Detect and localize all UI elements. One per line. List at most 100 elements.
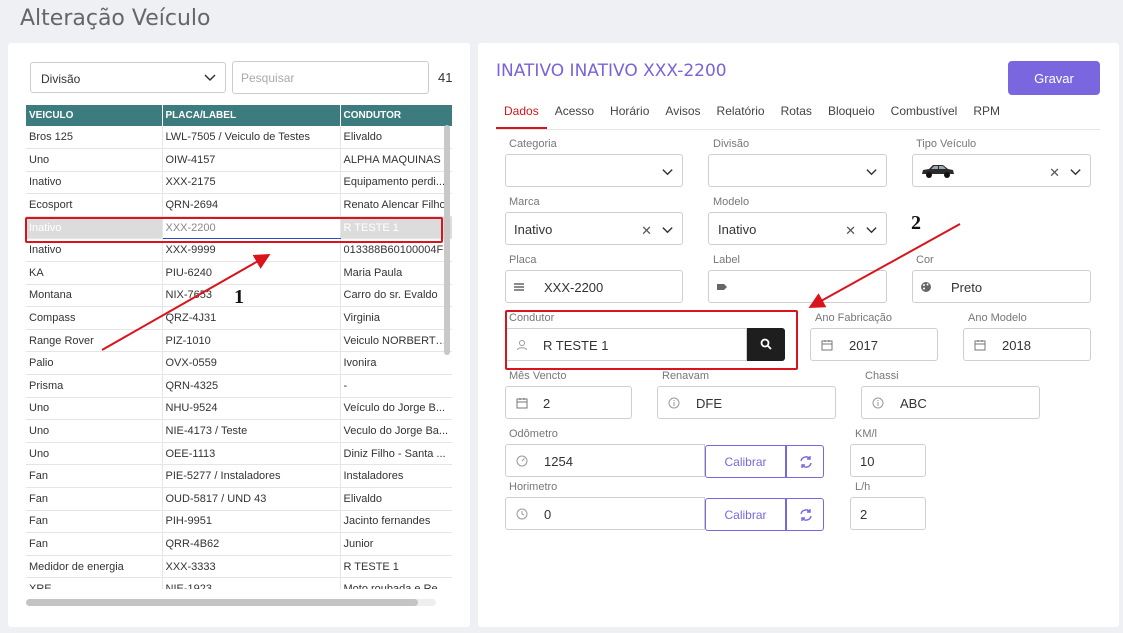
tab-acesso[interactable]: Acesso — [547, 99, 602, 129]
table-row[interactable]: Fan OUD-5817 / UND 43 Elivaldo — [26, 487, 452, 511]
refresh-horimetro-button[interactable] — [786, 498, 824, 531]
tab-relatorio[interactable]: Relatório — [709, 99, 773, 129]
table-row[interactable]: Fan PIE-5277 / Instaladores Instaladores — [26, 464, 452, 488]
placa-value: XXX-2200 — [544, 280, 604, 295]
l-h-input[interactable]: 2 — [850, 497, 926, 530]
table-row[interactable]: Uno OIW-4157 ALPHA MAQUINAS — [26, 148, 452, 172]
save-button[interactable]: Gravar — [1008, 61, 1100, 95]
gauge-icon — [516, 455, 528, 467]
table-row[interactable]: XRENIE-1923Moto roubada e Re... — [26, 577, 452, 589]
clear-icon[interactable]: ✕ — [1049, 165, 1060, 181]
divisao-select[interactable] — [708, 154, 887, 187]
table-row[interactable]: Prisma QRN-4325- — [26, 374, 452, 398]
vehicle-title: INATIVO INATIVO XXX-2200 — [496, 61, 727, 81]
calibrar-horimetro-button[interactable]: Calibrar — [705, 498, 786, 531]
mes-vencto-input[interactable]: 2 — [505, 386, 632, 419]
clear-icon[interactable]: ✕ — [641, 223, 652, 239]
table-cell-placa-label: QRZ-4J31 — [162, 306, 341, 330]
table-cell-veiculo: Bros 125 — [26, 126, 163, 150]
odometro-input[interactable]: 1254 — [505, 444, 705, 477]
table-cell-placa-label: NIX-7653 — [162, 284, 341, 308]
tipo-veiculo-select[interactable]: ✕ — [912, 154, 1091, 187]
renavam-input[interactable]: DFE — [657, 386, 836, 419]
cor-input[interactable]: Preto — [912, 270, 1091, 303]
vertical-scrollbar[interactable] — [444, 125, 450, 355]
table-cell-placa-label: LWL-7505 / Veiculo de Testes — [162, 126, 341, 150]
ano-fabricacao-input[interactable]: 2017 — [810, 328, 938, 361]
info-icon — [872, 397, 884, 409]
ano-fabricacao-label: Ano Fabricação — [815, 312, 893, 324]
table-cell-placa-label: QRN-4325 — [162, 374, 341, 398]
table-cell-veiculo: Palio — [26, 351, 163, 376]
marca-value: Inativo — [514, 222, 553, 237]
column-header-condutor[interactable]: CONDUTOR — [340, 105, 452, 126]
tab-dados[interactable]: Dados — [496, 99, 547, 129]
tab-horario[interactable]: Horário — [602, 99, 657, 129]
km-l-input[interactable]: 10 — [850, 444, 926, 477]
table-cell-condutor: Elivaldo — [340, 126, 452, 150]
table-cell-condutor: Veiculo NORBERTO... — [340, 329, 452, 353]
clear-icon[interactable]: ✕ — [845, 223, 856, 239]
palette-icon — [921, 282, 931, 292]
table-cell-placa-label: PIZ-1010 — [162, 329, 341, 353]
marca-select[interactable]: Inativo ✕ — [505, 212, 683, 245]
table-cell-veiculo: Fan — [26, 487, 163, 511]
horimetro-input[interactable]: 0 — [505, 497, 705, 530]
table-cell-condutor: Jacinto fernandes — [340, 510, 452, 534]
search-input[interactable] — [233, 62, 428, 93]
tag-icon — [717, 284, 727, 290]
page-title: Alteração Veículo — [20, 6, 211, 31]
table-row[interactable]: Bros 125 LWL-7505 / Veiculo de Testes Eliv… — [26, 126, 452, 150]
table-row[interactable]: Ecosport QRN-2694 Renato Alencar Filho — [26, 193, 452, 217]
table-row[interactable]: Uno NHU-9524 Veículo do Jorge B... — [26, 397, 452, 421]
search-field[interactable] — [232, 61, 429, 94]
table-row[interactable]: Uno NIE-4173 / Teste Veculo do Jorge Ba... — [26, 419, 452, 443]
table-cell-placa-label: OIW-4157 — [162, 148, 341, 172]
table-row[interactable]: Range Rover PIZ-1010 Veiculo NORBERTO... — [26, 329, 452, 353]
table-cell-condutor: Ivonira — [340, 351, 452, 376]
chassi-input[interactable]: ABC — [861, 386, 1040, 419]
modelo-select[interactable]: Inativo ✕ — [708, 212, 887, 245]
km-l-value: 10 — [860, 454, 875, 469]
table-row[interactable]: Medidor de energia XXX-3333 R TESTE 1 — [26, 555, 452, 579]
table-cell-veiculo: Uno — [26, 397, 163, 421]
refresh-odometro-button[interactable] — [786, 445, 824, 478]
table-row[interactable]: Palio OVX-0559 Ivonira — [26, 351, 452, 376]
tab-bloqueio[interactable]: Bloqueio — [820, 99, 883, 129]
categoria-label: Categoria — [509, 138, 557, 150]
modelo-label: Modelo — [713, 196, 750, 208]
ano-modelo-input[interactable]: 2018 — [963, 328, 1091, 361]
table-cell-condutor: Moto roubada e Re... — [340, 577, 452, 589]
table-row[interactable]: Inativo XXX-2175 Equipamento perdi... — [26, 171, 452, 195]
tab-rotas[interactable]: Rotas — [773, 99, 820, 129]
division-select[interactable]: Divisão — [30, 62, 226, 93]
calendar-icon — [516, 398, 528, 409]
renavam-value: DFE — [696, 396, 722, 411]
vehicle-list-panel: Divisão 41 VEICULO PLACA/LABEL CONDUTOR … — [8, 43, 470, 627]
horizontal-scrollbar[interactable] — [26, 599, 418, 606]
calibrar-odometro-button[interactable]: Calibrar — [705, 445, 786, 478]
placa-input[interactable]: XXX-2200 — [505, 270, 683, 303]
column-header-veiculo[interactable]: VEICULO — [26, 105, 163, 126]
label-input[interactable] — [708, 270, 887, 303]
calendar-icon — [821, 340, 833, 351]
column-header-placa-label[interactable]: PLACA/LABEL — [162, 105, 341, 126]
table-row[interactable]: KA PIU-6240 Maria Paula — [26, 261, 452, 285]
table-cell-placa-label: XXX-2175 — [162, 171, 341, 195]
chevron-down-icon — [662, 169, 673, 176]
tab-rpm[interactable]: RPM — [965, 99, 1008, 129]
table-row[interactable]: Uno OEE-1113 Diniz Filho - Santa ... — [26, 442, 452, 466]
table-row[interactable]: Fan PIH-9951 Jacinto fernandes — [26, 510, 452, 534]
clock-icon — [516, 508, 528, 520]
categoria-select[interactable] — [505, 154, 683, 187]
tab-avisos[interactable]: Avisos — [657, 99, 708, 129]
table-cell-veiculo: Compass — [26, 306, 163, 330]
ano-modelo-label: Ano Modelo — [968, 312, 1027, 324]
l-h-label: L/h — [855, 481, 871, 493]
refresh-icon — [800, 509, 812, 521]
table-row[interactable]: Compass QRZ-4J31 Virginia — [26, 306, 452, 330]
table-cell-condutor: ALPHA MAQUINAS — [340, 148, 452, 172]
tab-combustivel[interactable]: Combustível — [883, 99, 966, 129]
ano-fabricacao-value: 2017 — [849, 338, 878, 353]
table-row[interactable]: Fan QRR-4B62 Junior — [26, 532, 452, 556]
